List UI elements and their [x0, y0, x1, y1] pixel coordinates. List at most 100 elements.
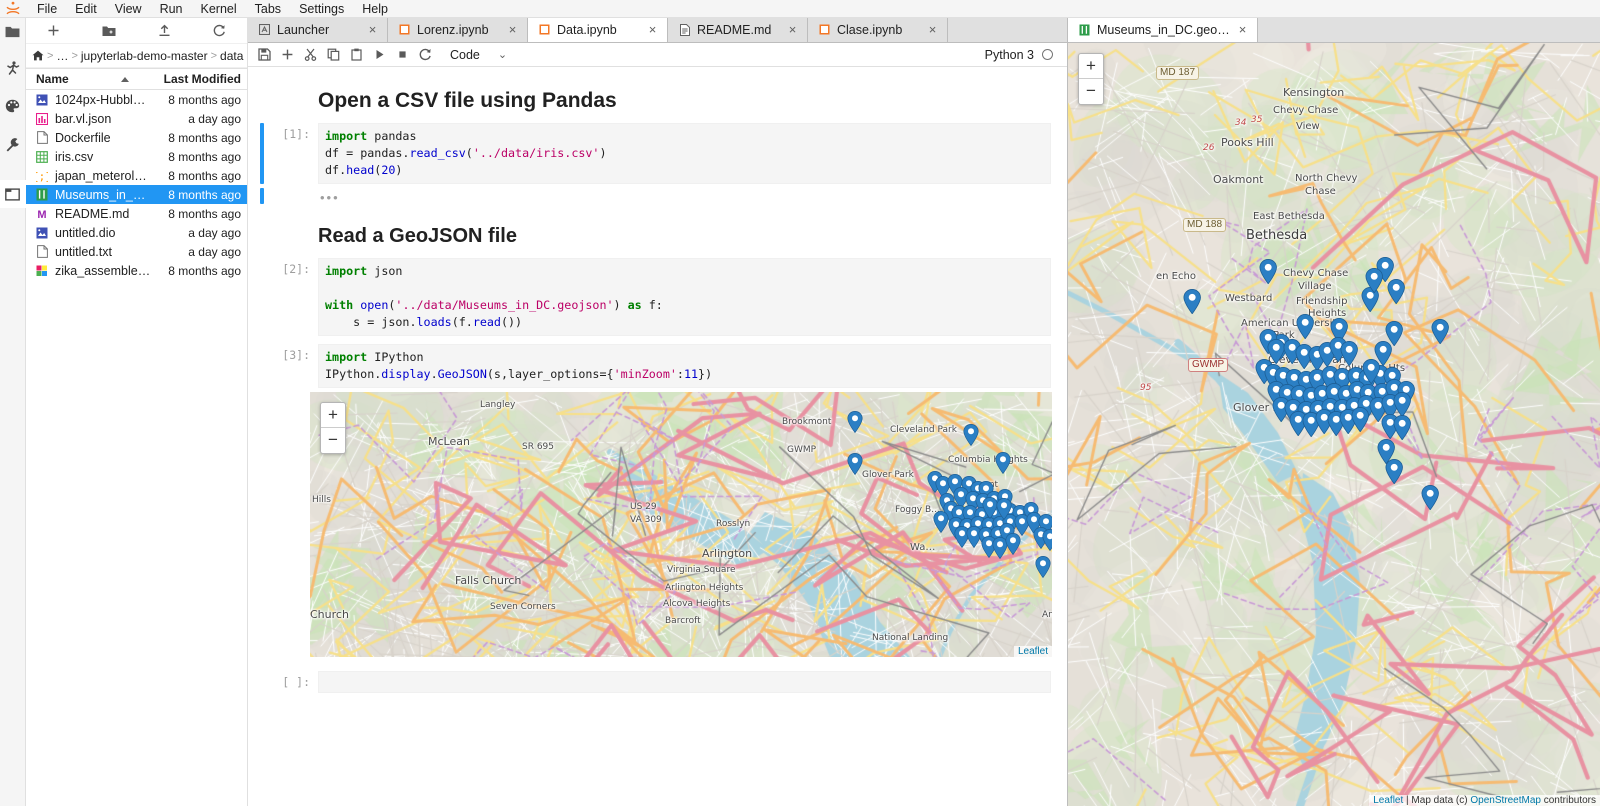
- close-icon[interactable]: ×: [786, 23, 799, 36]
- new-folder-button[interactable]: [81, 18, 136, 44]
- cell-prompt-empty: [ ]:: [282, 674, 310, 689]
- close-icon[interactable]: ×: [646, 23, 659, 36]
- copy-cell-button[interactable]: [323, 45, 344, 65]
- notebook-output-map[interactable]: + − Leaflet Langley Brookmont McLean Hills C…: [310, 391, 1052, 657]
- map-marker-pin[interactable]: [1385, 320, 1403, 349]
- file-list-item[interactable]: M README.md 8 months ago: [26, 204, 247, 223]
- map-marker-pin[interactable]: [847, 452, 863, 478]
- menu-item-help[interactable]: Help: [353, 0, 397, 18]
- map-marker-pin[interactable]: [933, 510, 949, 536]
- map-marker-pin[interactable]: [1385, 458, 1403, 487]
- map-marker-pin[interactable]: [1183, 288, 1201, 317]
- cell-collapser-1[interactable]: [258, 123, 266, 184]
- run-cell-button[interactable]: [369, 45, 390, 65]
- interrupt-kernel-button[interactable]: [392, 45, 413, 65]
- map-marker-pin[interactable]: [1421, 484, 1439, 513]
- leaflet-link[interactable]: Leaflet: [1018, 646, 1048, 657]
- palette-icon[interactable]: [0, 92, 26, 120]
- close-icon[interactable]: ×: [506, 23, 519, 36]
- paste-cell-button[interactable]: [346, 45, 367, 65]
- file-list-item[interactable]: untitled.txt a day ago: [26, 242, 247, 261]
- upload-button[interactable]: [137, 18, 192, 44]
- map-marker-pin[interactable]: [1035, 555, 1051, 581]
- menu-item-tabs[interactable]: Tabs: [246, 0, 290, 18]
- notebook-scroll-area[interactable]: Open a CSV file using Pandas [1]: import…: [248, 67, 1067, 806]
- output-collapser-1[interactable]: [258, 187, 266, 207]
- map-marker-pin[interactable]: [1387, 278, 1405, 307]
- code-editor-empty[interactable]: [318, 670, 1051, 693]
- close-icon[interactable]: ×: [926, 23, 939, 36]
- file-name-label: bar.vl.json: [55, 111, 112, 126]
- code-cell-3[interactable]: [3]: import IPython IPython.display.GeoJ…: [248, 340, 1067, 392]
- code-cell-2[interactable]: [2]: import json with open('../data/Muse…: [248, 254, 1067, 340]
- map-marker-pin[interactable]: [995, 451, 1011, 477]
- cell-type-dropdown[interactable]: Code ⌄: [446, 47, 511, 63]
- map-marker-pin[interactable]: [963, 423, 979, 449]
- file-list-item[interactable]: bar.vl.json a day ago: [26, 109, 247, 128]
- column-header-last-modified[interactable]: Last Modified: [151, 72, 247, 86]
- menu-item-view[interactable]: View: [106, 0, 151, 18]
- collapsed-output-indicator[interactable]: •••: [318, 188, 1051, 207]
- new-launcher-button[interactable]: [26, 18, 81, 44]
- zoom-in-button[interactable]: +: [1079, 54, 1103, 79]
- file-list-item[interactable]: {;} japan_meterological… 8 months ago: [26, 166, 247, 185]
- menu-item-run[interactable]: Run: [151, 0, 192, 18]
- breadcrumb-segment-root[interactable]: jupyterlab-demo-master: [81, 49, 208, 63]
- menu-item-file[interactable]: File: [28, 0, 66, 18]
- dock-tab[interactable]: README.md ×: [668, 17, 808, 42]
- dock-tab[interactable]: Launcher ×: [248, 17, 388, 42]
- zoom-out-button[interactable]: −: [321, 428, 345, 453]
- openstreetmap-link[interactable]: OpenStreetMap: [1470, 795, 1541, 806]
- leaflet-link[interactable]: Leaflet: [1373, 795, 1403, 806]
- file-list-item[interactable]: Museums_in_DC.ge… 8 months ago: [26, 185, 247, 204]
- home-icon[interactable]: [32, 50, 44, 61]
- map-marker-pin[interactable]: [1351, 406, 1369, 435]
- column-header-name[interactable]: Name: [36, 72, 151, 86]
- map-marker-pin[interactable]: [1259, 258, 1277, 287]
- close-icon[interactable]: ×: [1236, 23, 1249, 36]
- running-terminals-icon[interactable]: [0, 54, 26, 82]
- file-list-item[interactable]: zika_assembled_gen… 8 months ago: [26, 261, 247, 280]
- code-cell-empty[interactable]: [ ]:: [248, 667, 1067, 697]
- menu-item-edit[interactable]: Edit: [66, 0, 106, 18]
- menu-item-settings[interactable]: Settings: [290, 0, 353, 18]
- refresh-button[interactable]: [192, 18, 247, 44]
- map-marker-pin[interactable]: [1393, 414, 1411, 443]
- zoom-in-button[interactable]: +: [321, 403, 345, 428]
- code-editor-1[interactable]: import pandas df = pandas.read_csv('../d…: [318, 123, 1051, 184]
- file-list[interactable]: 1024px-Hubble_Inte… 8 months ago bar.vl.js…: [26, 90, 247, 806]
- code-editor-3[interactable]: import IPython IPython.display.GeoJSON(s…: [318, 343, 1051, 388]
- map-marker-pin[interactable]: [847, 410, 863, 436]
- map-marker-pin[interactable]: [1340, 340, 1358, 369]
- code-cell-1[interactable]: [1]: import pandas df = pandas.read_csv(…: [248, 119, 1067, 188]
- code-cell-1-output[interactable]: •••: [248, 187, 1067, 211]
- file-list-item[interactable]: Dockerfile 8 months ago: [26, 128, 247, 147]
- file-browser-icon[interactable]: [0, 18, 26, 44]
- insert-cell-button[interactable]: [277, 45, 298, 65]
- geojson-preview-map[interactable]: + − Leaflet | Map data (c) OpenStreetMap…: [1068, 43, 1600, 806]
- dock-tab[interactable]: Data.ipynb ×: [528, 17, 668, 42]
- dock-tab[interactable]: Lorenz.ipynb ×: [388, 17, 528, 42]
- zoom-out-button[interactable]: −: [1079, 79, 1103, 104]
- file-list-item[interactable]: 1024px-Hubble_Inte… 8 months ago: [26, 90, 247, 109]
- code-editor-2[interactable]: import json with open('../data/Museums_i…: [318, 257, 1051, 336]
- tabs-panel-icon[interactable]: [0, 180, 26, 208]
- breadcrumb-segment-data[interactable]: data: [220, 49, 243, 63]
- close-icon[interactable]: ×: [366, 23, 379, 36]
- cut-cell-button[interactable]: [300, 45, 321, 65]
- breadcrumb-ellipsis[interactable]: …: [56, 49, 68, 63]
- wrench-icon[interactable]: [0, 130, 26, 158]
- save-button[interactable]: [254, 45, 275, 65]
- file-list-item[interactable]: iris.csv 8 months ago: [26, 147, 247, 166]
- map-marker-pin[interactable]: [1365, 267, 1383, 296]
- dock-tab[interactable]: Museums_in_DC.geojson ×: [1068, 17, 1258, 42]
- menu-item-kernel[interactable]: Kernel: [192, 0, 246, 18]
- file-list-item[interactable]: untitled.dio a day ago: [26, 223, 247, 242]
- kernel-indicator[interactable]: Python 3: [985, 48, 1061, 62]
- map-marker-pin[interactable]: [996, 497, 1012, 523]
- map-marker-pin[interactable]: [1042, 528, 1052, 554]
- dock-tab[interactable]: Clase.ipynb ×: [808, 17, 948, 42]
- restart-kernel-button[interactable]: [415, 45, 436, 65]
- map-marker-pin[interactable]: [1431, 318, 1449, 347]
- map-marker-pin[interactable]: [1005, 532, 1021, 558]
